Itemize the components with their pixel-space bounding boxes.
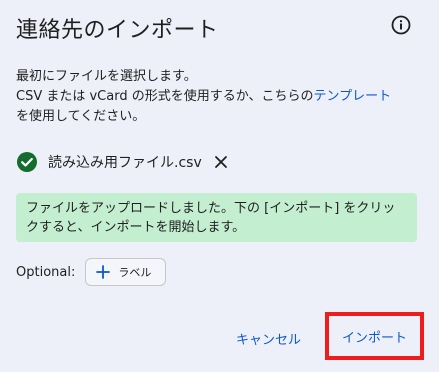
close-icon[interactable] xyxy=(214,155,228,169)
upload-success-message: ファイルをアップロードしました。下の [インポート] をクリックすると、インポー… xyxy=(16,193,417,242)
file-name: 読み込み用ファイル.csv xyxy=(48,155,202,171)
instructions-text: CSV または vCard の形式を使用するか、こちらの xyxy=(16,89,314,104)
instructions-line-2: CSV または vCard の形式を使用するか、こちらのテンプレート xyxy=(16,87,426,107)
cancel-button[interactable]: キャンセル xyxy=(226,322,311,354)
dialog-title: 連絡先のインポート xyxy=(16,18,219,43)
instructions-line-3: を使用してください。 xyxy=(16,109,146,124)
add-label-text: ラベル xyxy=(118,266,152,279)
selected-file-row: 読み込み用ファイル.csv xyxy=(16,150,228,174)
optional-label-row: Optional: ラベル xyxy=(16,258,167,286)
optional-label: Optional: xyxy=(16,264,76,280)
check-circle-icon xyxy=(17,152,37,172)
plus-icon xyxy=(96,265,111,279)
import-button[interactable]: インポート xyxy=(325,312,424,360)
instructions: 最初にファイルを選択します。 CSV または vCard の形式を使用するか、こ… xyxy=(16,67,426,127)
add-label-button[interactable]: ラベル xyxy=(85,258,167,286)
import-contacts-dialog: 連絡先のインポート 最初にファイルを選択します。 CSV または vCard の… xyxy=(0,0,439,372)
instructions-line-1: 最初にファイルを選択します。 xyxy=(16,69,197,84)
template-link[interactable]: テンプレート xyxy=(313,89,391,104)
info-icon[interactable] xyxy=(391,15,411,35)
